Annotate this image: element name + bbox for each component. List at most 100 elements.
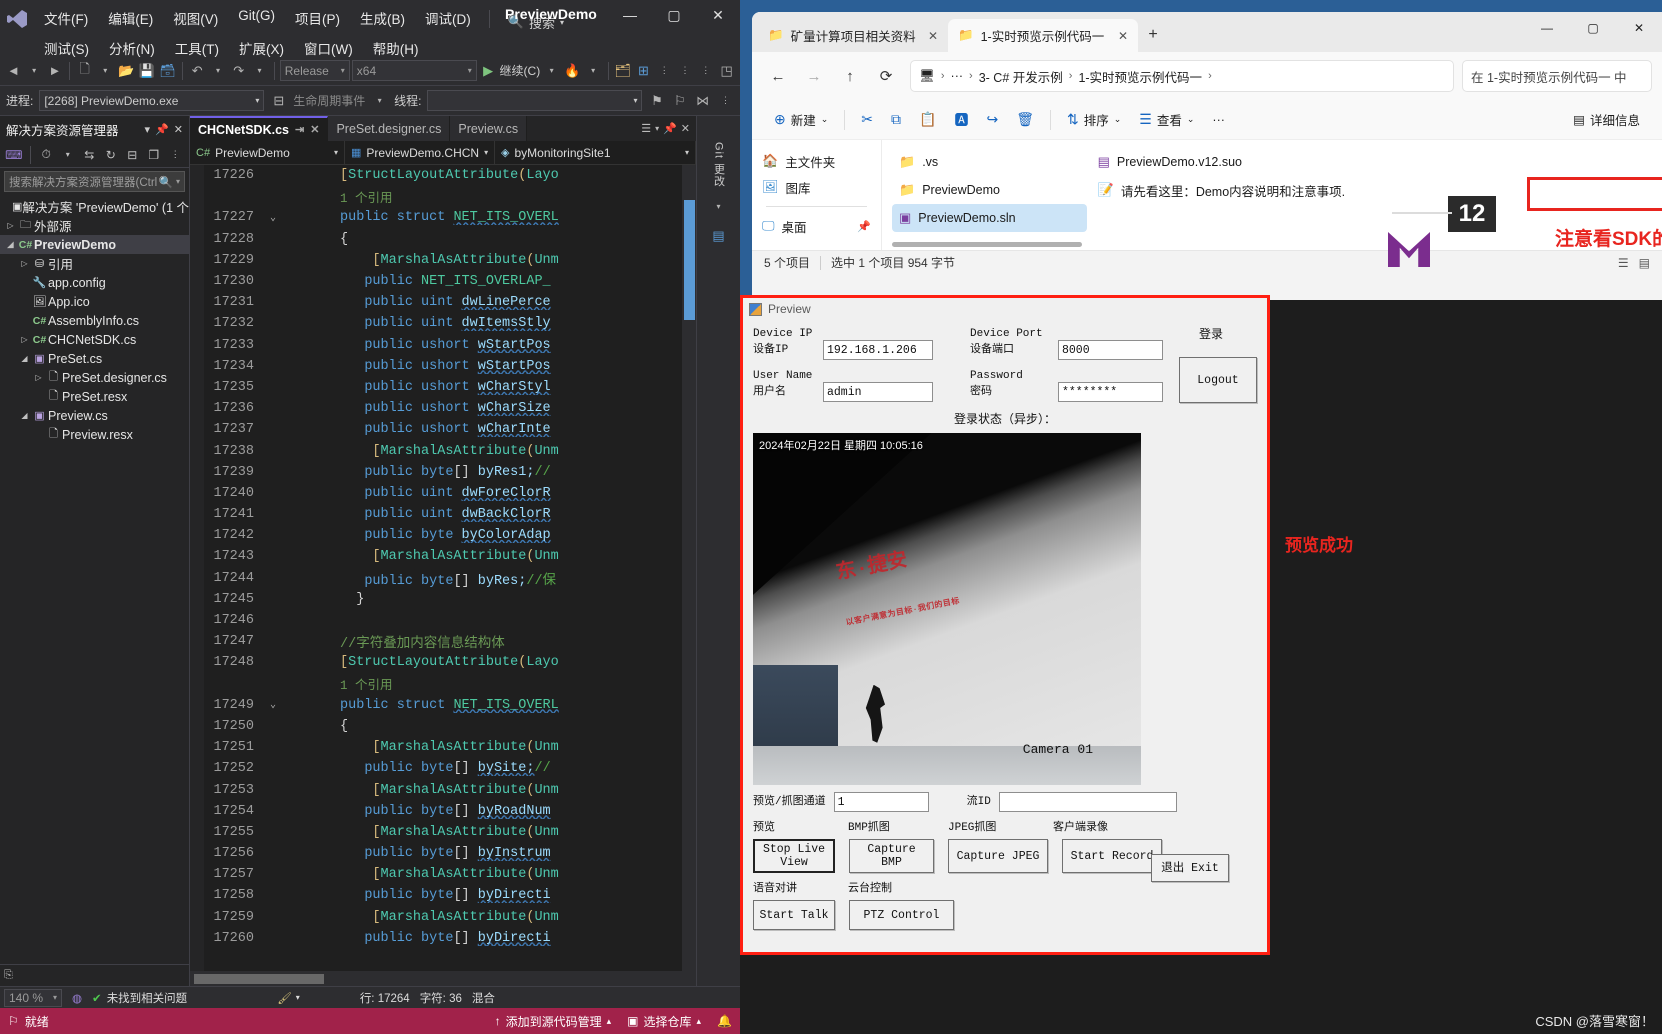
menu-project[interactable]: 项目(P) — [285, 4, 350, 34]
tree-node-preset.designer.cs[interactable]: ▷ 🗋 PreSet.designer.cs — [0, 368, 189, 387]
refresh-button[interactable]: ⟳ — [870, 60, 902, 92]
folder-search-icon[interactable]: 🗂 — [613, 60, 632, 82]
sidebar-item-图库[interactable]: 🖼 图库 — [758, 174, 875, 200]
solution-search-input[interactable]: 搜索解决方案资源管理器(Ctrl 🔍 ▾ — [4, 171, 185, 192]
notifications-icon[interactable]: 🔔 — [717, 1014, 732, 1028]
forward-button[interactable]: → — [798, 60, 830, 92]
explorer-maximize-button[interactable]: ▢ — [1570, 12, 1616, 44]
chevron-down-icon[interactable]: ▾ — [334, 148, 338, 157]
chevron-down-icon[interactable]: ▾ — [371, 90, 388, 112]
file-item[interactable]: ▤ PreviewDemo.v12.suo — [1091, 148, 1391, 176]
tree-node-app.ico[interactable]: 🖼 App.ico — [0, 292, 189, 311]
password-input[interactable]: ******** — [1058, 382, 1163, 402]
expand-arrow-icon[interactable]: ▷ — [18, 259, 31, 268]
channel-input[interactable]: 1 — [833, 792, 929, 812]
paste-button[interactable]: 📋 — [911, 105, 944, 135]
menu-git[interactable]: Git(G) — [228, 4, 285, 34]
exit-button[interactable]: 退出 Exit — [1151, 854, 1229, 882]
chevron-up-icon[interactable]: ▴ — [697, 1016, 702, 1027]
delete-button[interactable]: 🗑 — [1008, 105, 1042, 135]
close-icon[interactable]: ✕ — [1118, 29, 1128, 43]
chevron-down-icon[interactable]: ▾ — [209, 60, 228, 82]
menu-tools[interactable]: 工具(T) — [165, 34, 229, 62]
rename-button[interactable]: 🅰 — [946, 105, 976, 135]
menu-extensions[interactable]: 扩展(X) — [229, 34, 294, 62]
tree-node-assemblyinfo.cs[interactable]: C# AssemblyInfo.cs — [0, 311, 189, 330]
close-tab-icon[interactable]: ✕ — [310, 123, 319, 136]
expand-arrow-icon[interactable]: ◢ — [18, 411, 31, 420]
save-icon[interactable]: 💾 — [137, 60, 156, 82]
continue-label[interactable]: 继续(C) — [500, 62, 541, 79]
git-changes-tab-icon[interactable]: ⎘ — [4, 969, 13, 982]
pin-tab-icon[interactable]: ⇥ — [295, 123, 304, 136]
tab-list-icon[interactable]: ☰ — [641, 122, 651, 135]
breadcrumb-item-2[interactable]: 1-实时预览示例代码一 — [1078, 67, 1202, 86]
close-icon[interactable]: ✕ — [928, 29, 938, 43]
explorer-minimize-button[interactable]: — — [1524, 12, 1570, 44]
vs-close-button[interactable]: ✕ — [696, 0, 740, 30]
ptz-control-button[interactable]: PTZ Control — [849, 900, 954, 930]
tree-node-preset.cs[interactable]: ◢ ▣ PreSet.cs — [0, 349, 189, 368]
tree-node-previewdemo[interactable]: ◢ C# PreviewDemo — [0, 235, 189, 254]
list-view-icon[interactable]: ☰ — [1618, 256, 1629, 270]
git-changes-label[interactable]: Git 更改 — [711, 142, 727, 187]
editor-vertical-scrollbar[interactable] — [682, 165, 696, 971]
clean-code-icon[interactable]: 🖌 — [277, 991, 292, 1005]
undo-icon[interactable]: ↶ — [188, 60, 207, 82]
editor-tab-1[interactable]: CHCNetSDK.cs ⇥ ✕ — [190, 116, 329, 141]
process-select[interactable]: [2268] PreviewDemo.exe ▾ — [39, 90, 265, 111]
file-item[interactable]: 📁 PreviewDemo — [892, 176, 1087, 204]
chevron-down-icon[interactable]: ▾ — [176, 177, 180, 186]
expand-arrow-icon[interactable]: ◢ — [4, 240, 17, 249]
capture-bmp-button[interactable]: Capture BMP — [849, 839, 934, 873]
close-icon[interactable]: ✕ — [174, 123, 183, 136]
editor-tab-3[interactable]: Preview.cs — [450, 116, 528, 141]
tree-node-preview.resx[interactable]: 🗋 Preview.resx — [0, 425, 189, 444]
tree-node---[interactable]: ▷ ⛁ 引用 — [0, 254, 189, 273]
preview-window-icon[interactable]: ◳ — [717, 60, 736, 82]
layout-icon[interactable]: ⊞ — [634, 60, 653, 82]
editor-horizontal-scrollbar[interactable] — [190, 971, 696, 986]
navigate-back-icon[interactable]: ◄ — [4, 60, 23, 82]
menu-build[interactable]: 生成(B) — [350, 4, 415, 34]
redo-icon[interactable]: ↷ — [229, 60, 248, 82]
chevron-down-icon[interactable]: ▾ — [584, 60, 603, 82]
open-file-icon[interactable]: 📂 — [117, 60, 136, 82]
new-tab-button[interactable]: + — [1138, 20, 1168, 50]
properties-panel-icon[interactable]: ▤ — [708, 225, 730, 247]
expand-arrow-icon[interactable]: ▷ — [32, 373, 45, 382]
nav-dropdown-1[interactable]: C# PreviewDemo ▾ — [190, 141, 345, 164]
fold-toggle-icon[interactable]: ⌄ — [262, 699, 284, 711]
menu-edit[interactable]: 编辑(E) — [98, 4, 163, 34]
logout-button[interactable]: Logout — [1179, 357, 1257, 403]
chevron-down-icon[interactable]: ▾ — [250, 60, 269, 82]
start-record-button[interactable]: Start Record — [1062, 839, 1162, 873]
flag-icon[interactable]: ⚑ — [648, 90, 665, 112]
vs-minimize-button[interactable]: — — [608, 0, 652, 30]
chevron-down-icon[interactable]: ▾ — [25, 60, 44, 82]
save-all-icon[interactable]: 🗃 — [158, 60, 177, 82]
breadcrumb-ellipsis[interactable]: ··· — [951, 69, 964, 83]
select-repo-label[interactable]: 选择仓库 — [644, 1013, 692, 1030]
file-item[interactable]: 📝 请先看这里：Demo内容说明和注意事项. — [1091, 176, 1391, 204]
thread-select[interactable]: ▾ — [427, 90, 643, 111]
run-icon[interactable]: ▶ — [479, 60, 498, 82]
file-list-scrollbar[interactable] — [892, 242, 1632, 248]
zoom-select[interactable]: 140 % ▾ — [4, 988, 62, 1007]
expand-arrow-icon[interactable]: ▷ — [4, 221, 17, 230]
menu-analyze[interactable]: 分析(N) — [99, 34, 165, 62]
pin-icon[interactable]: 📌 — [663, 122, 677, 135]
intellicode-icon[interactable]: ◍ — [72, 991, 82, 1005]
chevron-down-icon[interactable]: ▾ — [145, 123, 151, 136]
file-item[interactable]: 📁 .vs — [892, 148, 1087, 176]
code-view[interactable]: 17226 [StructLayoutAttribute(Layo 1 个引用 172… — [190, 165, 696, 971]
editor-tab-2[interactable]: PreSet.designer.cs — [328, 116, 451, 141]
tree-node-------previewdemo---1--[interactable]: ▣ 解决方案 'PreviewDemo' (1 个 — [0, 197, 189, 216]
menu-window[interactable]: 窗口(W) — [294, 34, 363, 62]
sidebar-item-主文件夹[interactable]: 🏠 主文件夹 — [758, 148, 875, 174]
device-port-input[interactable]: 8000 — [1058, 340, 1163, 360]
vs-maximize-button[interactable]: ▢ — [652, 0, 696, 30]
chevron-down-icon[interactable]: ▾ — [59, 145, 77, 164]
navigate-forward-icon[interactable]: ► — [46, 60, 65, 82]
chevron-down-icon[interactable]: ▾ — [484, 148, 488, 157]
